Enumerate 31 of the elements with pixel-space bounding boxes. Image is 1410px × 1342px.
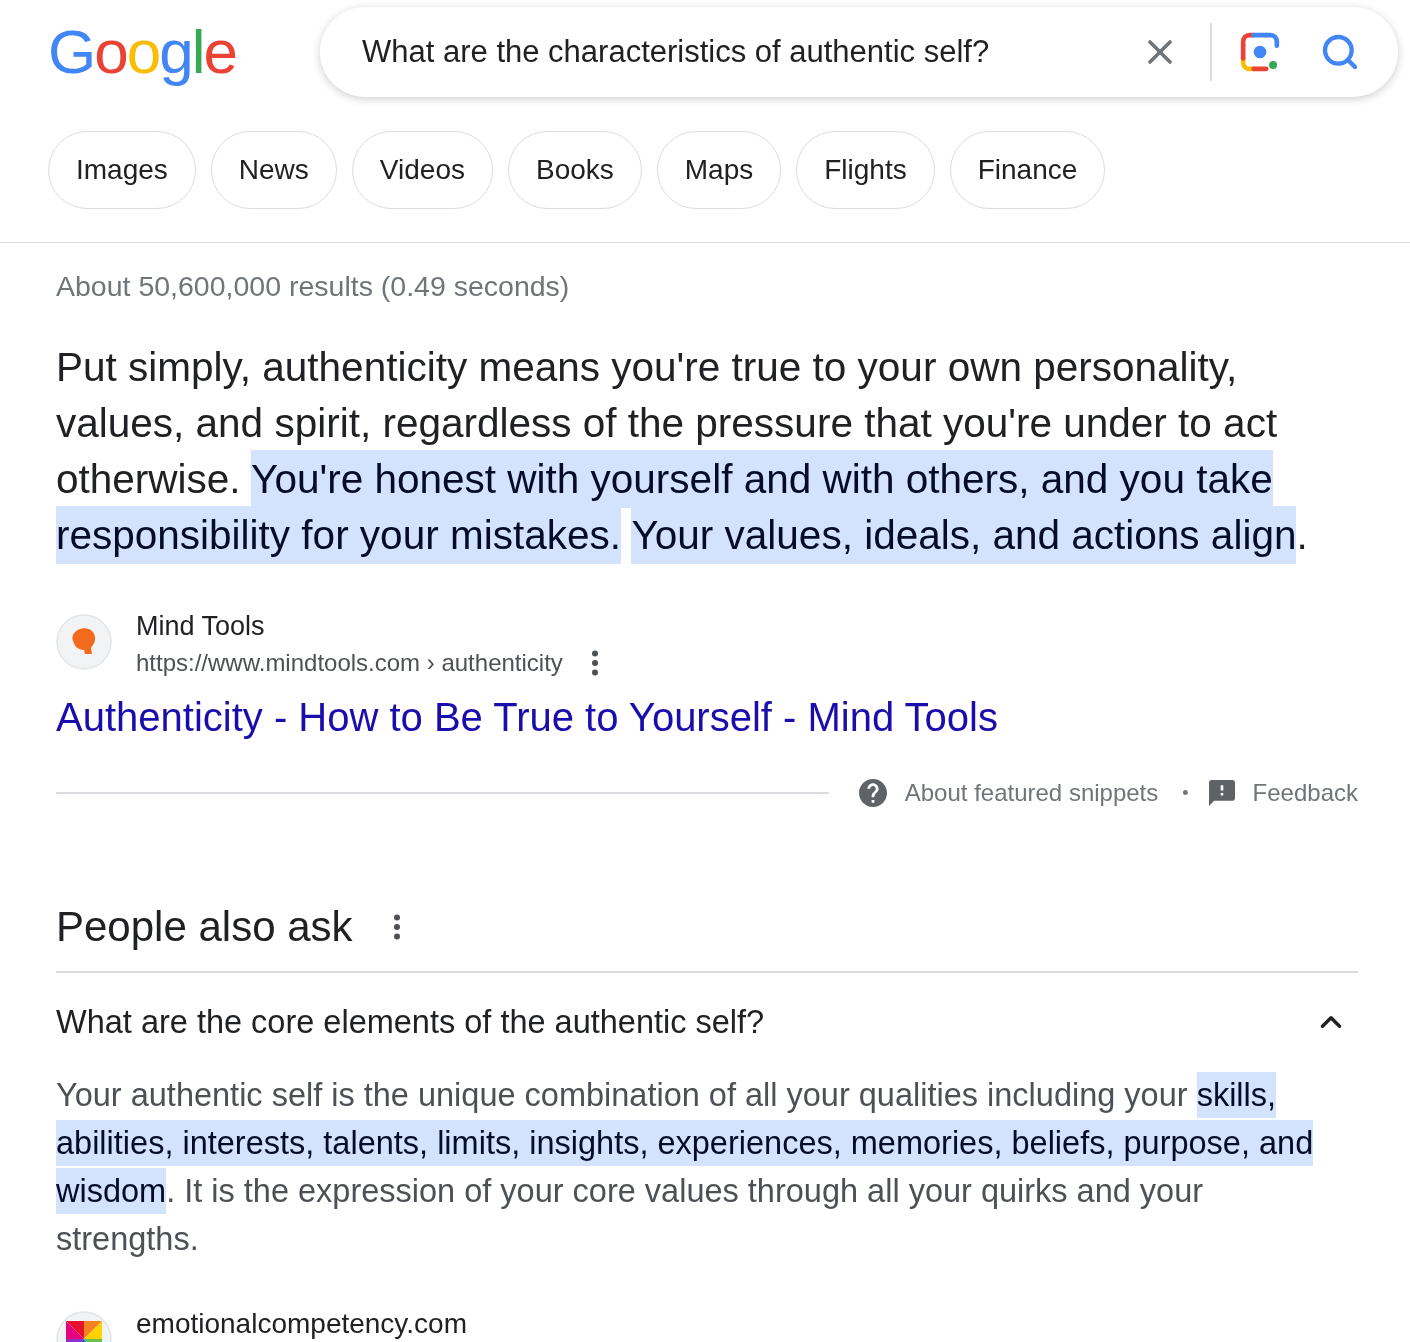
filter-chip[interactable]: Books (507, 131, 642, 209)
help-icon (858, 779, 887, 807)
google-logo[interactable]: Google (48, 17, 320, 87)
filter-chip[interactable]: News (210, 131, 337, 209)
filter-chip[interactable]: Finance (949, 131, 1106, 209)
people-also-ask-heading: People also ask (56, 902, 353, 952)
more-options-button[interactable] (392, 914, 401, 940)
question-toggle[interactable]: What are the core elements of the authentic self? (56, 973, 1358, 1071)
search-icon (1320, 32, 1360, 72)
result-stats: About 50,600,000 results (0.49 seconds) (56, 271, 571, 301)
filter-chip[interactable]: Images (48, 131, 196, 209)
about-snippets-link[interactable]: About featured snippets (858, 779, 1159, 807)
search-button[interactable] (1320, 32, 1360, 72)
more-options-icon (590, 650, 599, 676)
feedback-link[interactable]: Feedback (1208, 779, 1358, 807)
result-title-link[interactable]: Authenticity - How to Be True to Yourself - Mind Tools (56, 693, 998, 741)
site-favicon-icon (56, 614, 112, 670)
more-options-icon (392, 914, 401, 940)
search-input[interactable]: What are the characteristics of authentic self? (362, 34, 1140, 70)
separator-dot: • (1182, 782, 1189, 804)
featured-snippet-text: Put simply, authenticity means you're true to your own personality, values, and spirit, regardless of the pressure that you're under to act otherwise. You're honest with yourself and with others, and you take responsibility for your mistakes. Your values, ideals, and actions align. (56, 339, 1318, 563)
camera-lens-icon (1240, 32, 1280, 72)
filter-chip[interactable]: Videos (351, 131, 493, 209)
site-name: Mind Tools (136, 610, 266, 642)
filter-chip[interactable]: Flights (796, 131, 935, 209)
more-options-button[interactable] (590, 650, 599, 676)
result-url: https://www.mindtools.com › authenticity (136, 649, 563, 677)
filter-chip[interactable]: Maps (656, 131, 782, 209)
site-name: emotionalcompetency.com (136, 1307, 467, 1341)
feedback-icon (1208, 780, 1235, 806)
camera-search-button[interactable] (1240, 32, 1280, 72)
